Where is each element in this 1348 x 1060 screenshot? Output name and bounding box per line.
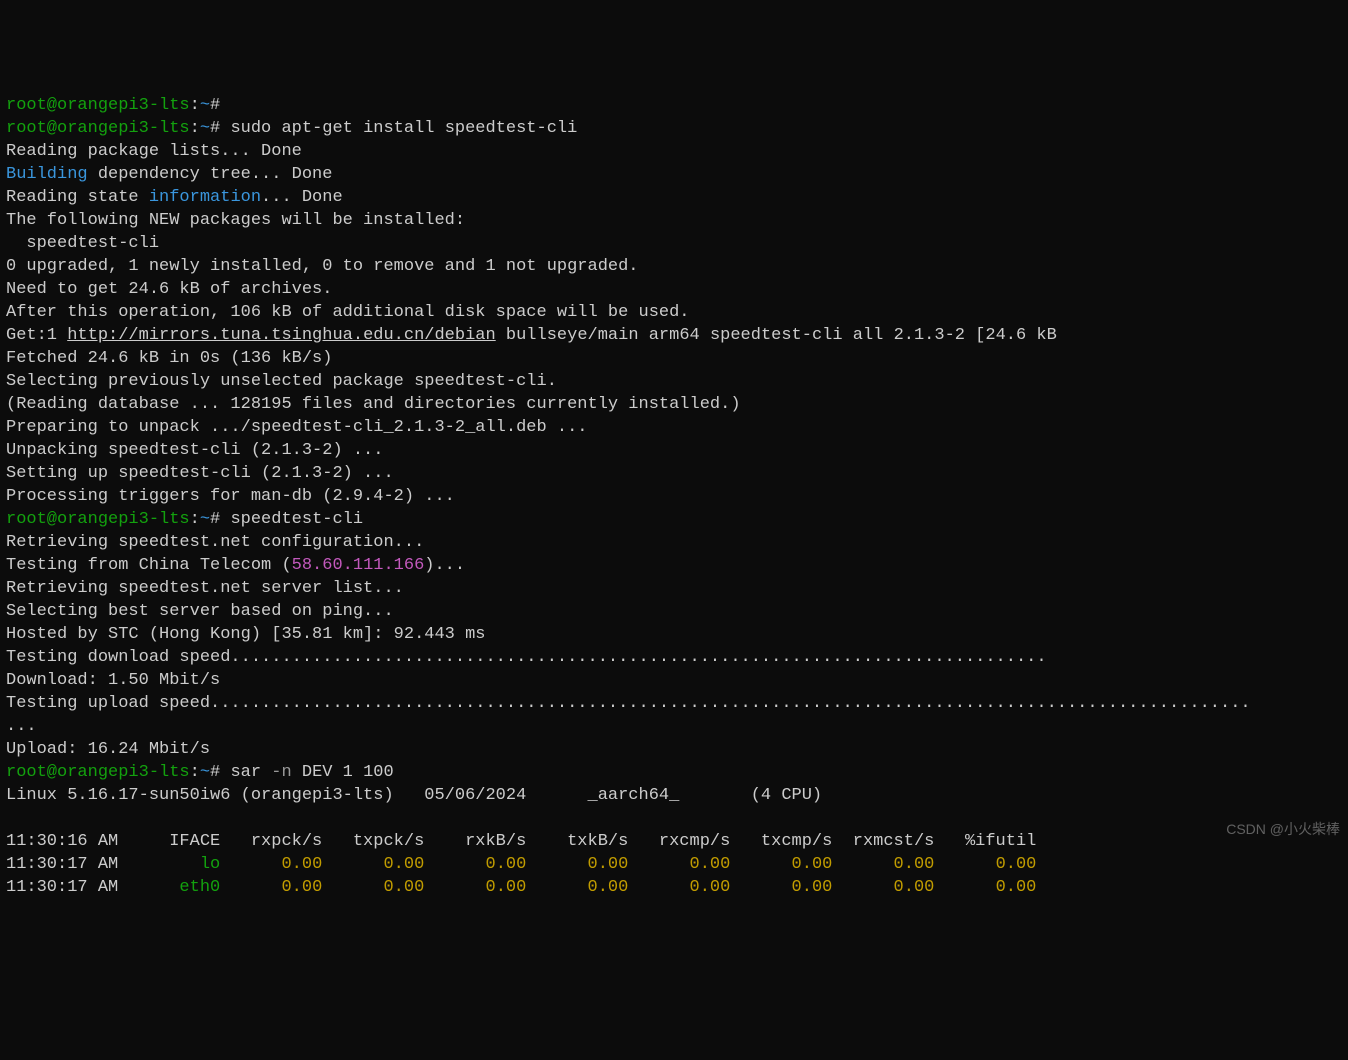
- command-input[interactable]: speedtest-cli: [230, 510, 363, 529]
- mirror-url: http://mirrors.tuna.tsinghua.edu.cn/debi…: [67, 326, 495, 345]
- output-line: Reading state information... Done: [6, 188, 343, 207]
- output-line: Selecting previously unselected package …: [6, 372, 557, 391]
- output-line: Reading package lists... Done: [6, 142, 302, 161]
- output-line: Get:1 http://mirrors.tuna.tsinghua.edu.c…: [6, 326, 1057, 345]
- output-text: ... Done: [261, 188, 343, 207]
- prompt-user: root@orangepi3-lts: [6, 119, 190, 138]
- prompt-colon: :: [190, 763, 200, 782]
- output-line: Upload: 16.24 Mbit/s: [6, 740, 210, 759]
- sar-time: 11:30:17 AM: [6, 855, 118, 874]
- output-text: Testing from China Telecom (: [6, 556, 292, 575]
- output-line: speedtest-cli: [6, 234, 159, 253]
- prompt-symbol: #: [210, 96, 220, 115]
- cmd-text: DEV 1 100: [292, 763, 394, 782]
- output-line: Linux 5.16.17-sun50iw6 (orangepi3-lts) 0…: [6, 786, 822, 805]
- prompt-path: ~: [200, 510, 210, 529]
- prompt-path: ~: [200, 96, 210, 115]
- output-text: Get:1: [6, 326, 67, 345]
- sar-time: 11:30:17 AM: [6, 878, 118, 897]
- ip-address: 58.60.111.166: [292, 556, 425, 575]
- output-line: The following NEW packages will be insta…: [6, 211, 465, 230]
- prompt-symbol: #: [210, 119, 220, 138]
- prompt-symbol: #: [210, 763, 220, 782]
- sar-iface: eth0: [118, 878, 220, 897]
- output-line: Need to get 24.6 kB of archives.: [6, 280, 332, 299]
- cmd-flag: -n: [271, 763, 291, 782]
- output-line: Unpacking speedtest-cli (2.1.3-2) ...: [6, 441, 383, 460]
- prompt-colon: :: [190, 119, 200, 138]
- prompt-line: root@orangepi3-lts:~# sudo apt-get insta…: [6, 119, 577, 138]
- output-text: dependency tree... Done: [88, 165, 333, 184]
- prompt-path: ~: [200, 119, 210, 138]
- output-line: Processing triggers for man-db (2.9.4-2)…: [6, 487, 455, 506]
- output-line: 0 upgraded, 1 newly installed, 0 to remo…: [6, 257, 639, 276]
- output-line: Retrieving speedtest.net server list...: [6, 579, 404, 598]
- output-line: Selecting best server based on ping...: [6, 602, 394, 621]
- output-text: )...: [424, 556, 465, 575]
- output-line: Testing download speed..................…: [6, 648, 1047, 667]
- output-line: After this operation, 106 kB of addition…: [6, 303, 690, 322]
- output-line: ...: [6, 717, 37, 736]
- prompt-colon: :: [190, 510, 200, 529]
- output-text: bullseye/main arm64 speedtest-cli all 2.…: [496, 326, 1057, 345]
- sar-header-row: 11:30:16 AM IFACE rxpck/s txpck/s rxkB/s…: [6, 832, 1036, 851]
- cmd-text: sar: [230, 763, 271, 782]
- sar-row: 11:30:17 AM eth0 0.00 0.00 0.00 0.00 0.0…: [6, 878, 1036, 897]
- output-text: Reading state: [6, 188, 149, 207]
- command-input[interactable]: sar -n DEV 1 100: [230, 763, 393, 782]
- terminal-output[interactable]: root@orangepi3-lts:~# root@orangepi3-lts…: [6, 94, 1342, 899]
- output-line: Setting up speedtest-cli (2.1.3-2) ...: [6, 464, 394, 483]
- prompt-line: root@orangepi3-lts:~# sar -n DEV 1 100: [6, 763, 394, 782]
- prompt-user: root@orangepi3-lts: [6, 763, 190, 782]
- highlight-word: information: [149, 188, 261, 207]
- prompt-path: ~: [200, 763, 210, 782]
- output-line: Hosted by STC (Hong Kong) [35.81 km]: 92…: [6, 625, 485, 644]
- output-line: Testing from China Telecom (58.60.111.16…: [6, 556, 465, 575]
- prompt-user: root@orangepi3-lts: [6, 510, 190, 529]
- command-input[interactable]: sudo apt-get install speedtest-cli: [230, 119, 577, 138]
- output-line: Testing upload speed....................…: [6, 694, 1251, 713]
- output-line: (Reading database ... 128195 files and d…: [6, 395, 741, 414]
- output-line: Retrieving speedtest.net configuration..…: [6, 533, 424, 552]
- sar-iface: lo: [118, 855, 220, 874]
- csdn-watermark: CSDN @小火柴棒: [1226, 818, 1340, 841]
- highlight-word: Building: [6, 165, 88, 184]
- prompt-line: root@orangepi3-lts:~#: [6, 96, 230, 115]
- sar-values: 0.00 0.00 0.00 0.00 0.00 0.00 0.00 0.00: [220, 855, 1036, 874]
- prompt-colon: :: [190, 96, 200, 115]
- sar-values: 0.00 0.00 0.00 0.00 0.00 0.00 0.00 0.00: [220, 878, 1036, 897]
- output-line: Preparing to unpack .../speedtest-cli_2.…: [6, 418, 588, 437]
- sar-row: 11:30:17 AM lo 0.00 0.00 0.00 0.00 0.00 …: [6, 855, 1036, 874]
- prompt-user: root@orangepi3-lts: [6, 96, 190, 115]
- output-line: Download: 1.50 Mbit/s: [6, 671, 220, 690]
- output-line: Fetched 24.6 kB in 0s (136 kB/s): [6, 349, 332, 368]
- prompt-symbol: #: [210, 510, 220, 529]
- output-line: Building dependency tree... Done: [6, 165, 332, 184]
- prompt-line: root@orangepi3-lts:~# speedtest-cli: [6, 510, 363, 529]
